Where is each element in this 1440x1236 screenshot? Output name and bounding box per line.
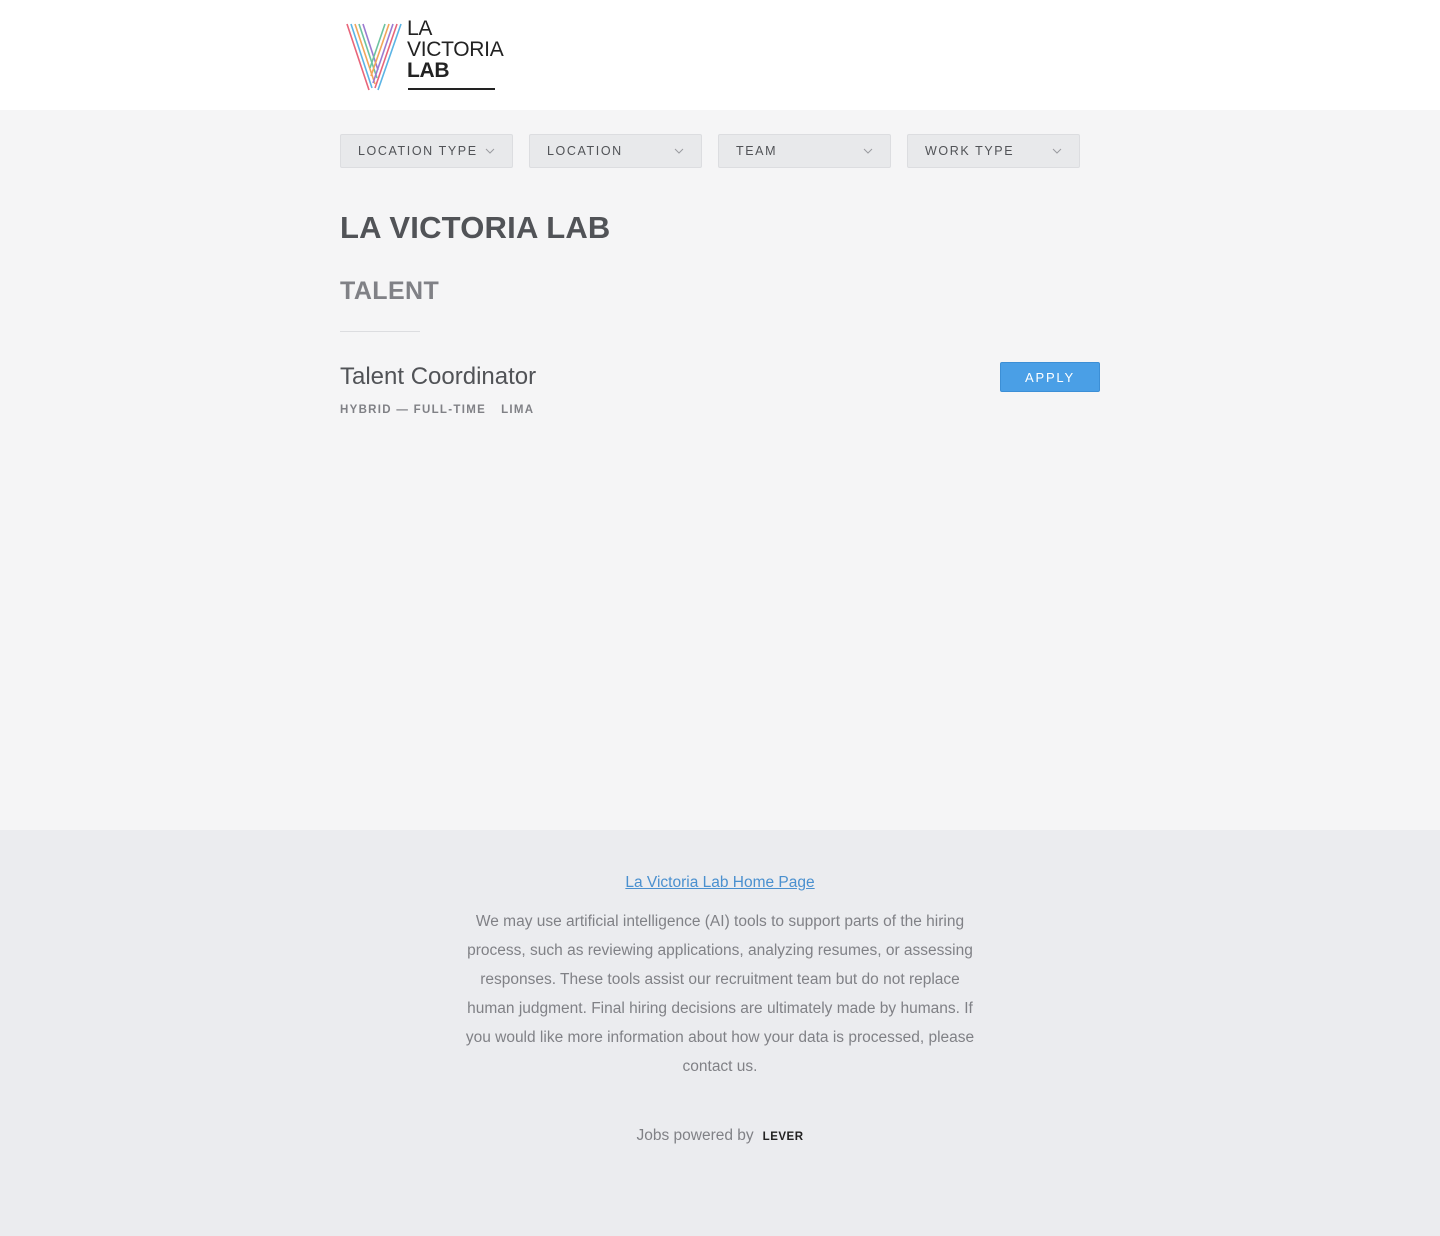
filter-location-type[interactable]: LOCATION TYPE	[340, 134, 513, 168]
chevron-down-icon	[863, 148, 873, 154]
posting-location: LIMA	[501, 404, 535, 416]
filter-label: LOCATION	[547, 144, 623, 158]
divider	[340, 331, 420, 332]
logo-wordmark: LA VICTORIA LAB	[407, 17, 504, 82]
posting-commitment: HYBRID — FULL-TIME	[340, 404, 487, 416]
lever-logo[interactable]: LEVER	[763, 1131, 804, 1143]
chevron-down-icon	[485, 148, 495, 154]
powered-by-text: Jobs powered by	[636, 1127, 754, 1144]
filter-work-type[interactable]: WORK TYPE	[907, 134, 1080, 168]
posting-title-link[interactable]: Talent Coordinator	[340, 363, 536, 391]
chevron-down-icon	[1052, 148, 1062, 154]
logo-line-3: LAB	[407, 59, 450, 82]
logo-line-1: LA	[407, 17, 433, 40]
powered-by: Jobs powered by LEVER	[0, 1127, 1440, 1145]
home-page-link[interactable]: La Victoria Lab Home Page	[625, 874, 814, 891]
logo-underline	[408, 88, 495, 90]
filter-bar: LOCATION TYPE LOCATION TEAM WORK TYPE	[340, 134, 1080, 168]
filter-label: LOCATION TYPE	[358, 144, 478, 158]
filter-label: TEAM	[736, 144, 778, 158]
home-link-wrapper: La Victoria Lab Home Page	[0, 874, 1440, 892]
team-title: TALENT	[340, 277, 440, 305]
filter-location[interactable]: LOCATION	[529, 134, 702, 168]
filter-team[interactable]: TEAM	[718, 134, 891, 168]
page-footer: La Victoria Lab Home Page We may use art…	[0, 830, 1440, 1236]
main-content: LOCATION TYPE LOCATION TEAM WORK TYPE LA…	[0, 110, 1440, 830]
company-title: LA VICTORIA LAB	[340, 210, 611, 245]
filter-label: WORK TYPE	[925, 144, 1015, 158]
posting-meta: HYBRID — FULL-TIME LIMA	[340, 404, 534, 416]
ai-notice: We may use artificial intelligence (AI) …	[465, 913, 975, 1075]
page-header: LA VICTORIA LAB	[0, 0, 1440, 110]
apply-button[interactable]: APPLY	[1000, 362, 1100, 392]
logo-v-mark	[346, 23, 402, 91]
logo-line-2: VICTORIA	[407, 38, 504, 61]
company-logo[interactable]: LA VICTORIA LAB	[345, 17, 504, 94]
chevron-down-icon	[674, 148, 684, 154]
